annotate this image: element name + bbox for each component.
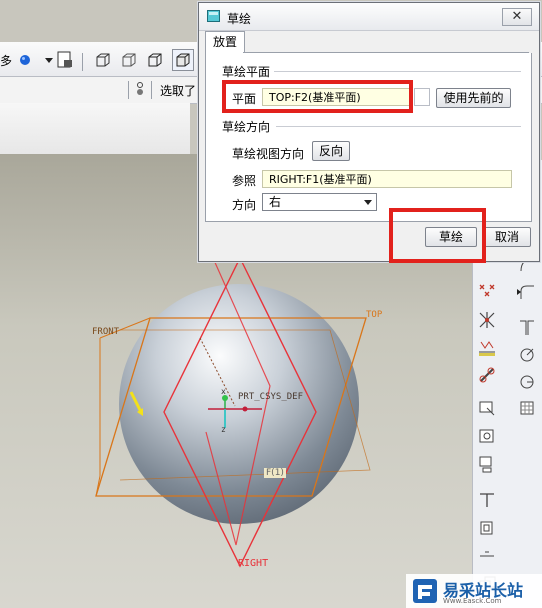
save-view-icon[interactable]: [54, 49, 76, 71]
model-tree-header: [0, 103, 190, 155]
dimension-icon[interactable]: [477, 338, 497, 358]
sketch-plane-group-label: 草绘平面: [222, 63, 275, 80]
filter-icon[interactable]: [134, 81, 146, 97]
point-cross-icon[interactable]: [477, 280, 497, 300]
no-hidden-icon[interactable]: [144, 49, 166, 71]
trim-icon[interactable]: [477, 490, 497, 510]
sketch-app-icon: [207, 10, 220, 22]
wireframe-icon[interactable]: [92, 49, 114, 71]
csys-label: PRT_CSYS_DEF: [238, 392, 304, 402]
flip-button[interactable]: 反向: [312, 141, 350, 161]
toolbar-partial-label: 多: [0, 54, 13, 68]
chevron-down-icon: [364, 200, 372, 205]
selection-count-label: 选取了: [160, 84, 197, 98]
display-style-button[interactable]: [14, 49, 36, 71]
grid-icon[interactable]: [517, 398, 537, 418]
sphere-solid[interactable]: [119, 284, 359, 524]
expand-arrow-icon[interactable]: [509, 282, 521, 302]
thicken-icon[interactable]: [477, 426, 497, 446]
reference-field[interactable]: RIGHT:F1(基准平面): [262, 170, 512, 188]
placement-panel: 草绘平面 平面 TOP:F2(基准平面) 使用先前的 草绘方向 草绘视图方向 反…: [205, 53, 532, 222]
csys-axis-x: x: [221, 387, 226, 396]
highlight-plane-field: [222, 80, 413, 113]
close-button[interactable]: ✕: [502, 8, 532, 26]
datum-badge: F(1): [264, 468, 286, 478]
datum-label-front: FRONT: [92, 327, 120, 337]
watermark-logo-icon: [412, 578, 438, 604]
datum-label-right: RIGHT: [238, 558, 269, 569]
direction-label: 方向: [232, 198, 257, 212]
direction-select[interactable]: 右: [262, 193, 377, 211]
dialog-titlebar[interactable]: 草绘 ✕: [199, 3, 539, 31]
watermark-subtext: Www.Easck.Com: [443, 597, 502, 605]
direction-select-value: 右: [269, 195, 282, 209]
tab-placement[interactable]: 放置: [205, 31, 245, 54]
intersect-icon[interactable]: [477, 310, 497, 330]
divide-icon[interactable]: [477, 546, 497, 566]
ellipse-icon[interactable]: [517, 372, 537, 392]
watermark: 易采站长站 Www.Easck.Com: [406, 574, 542, 608]
csys-axis-z: z: [221, 425, 226, 434]
offset-icon[interactable]: [477, 398, 497, 418]
spline-icon[interactable]: [517, 318, 537, 338]
highlight-sketch-button: [389, 208, 486, 263]
chain-icon[interactable]: [477, 365, 497, 385]
plane-field-extra[interactable]: [414, 88, 430, 106]
view-direction-label: 草绘视图方向: [232, 147, 305, 161]
circle-icon[interactable]: [517, 344, 537, 364]
sketch-dialog: 草绘 ✕ 放置 草绘平面 平面 TOP:F2(基准平面) 使用先前的 草绘方向 …: [198, 2, 540, 262]
dropdown-arrow-icon[interactable]: [38, 49, 53, 71]
hidden-line-icon[interactable]: [118, 49, 140, 71]
orientation-group-label: 草绘方向: [222, 118, 275, 135]
mirror-icon[interactable]: [477, 518, 497, 538]
datum-label-top: TOP: [366, 310, 383, 320]
use-previous-button[interactable]: 使用先前的: [436, 88, 511, 108]
palette-icon[interactable]: [477, 454, 497, 474]
shading-icon[interactable]: [172, 49, 194, 71]
cancel-button[interactable]: 取消: [483, 227, 531, 247]
reference-label: 参照: [232, 174, 257, 188]
dialog-title: 草绘: [227, 12, 252, 26]
